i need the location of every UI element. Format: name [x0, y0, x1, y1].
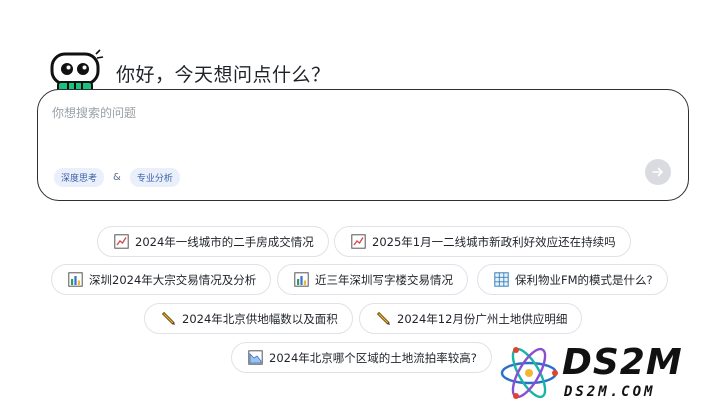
send-button[interactable]: [645, 159, 671, 185]
mode-chips: 深度思考 & 专业分析: [54, 168, 180, 187]
line-chart-icon: [351, 234, 366, 249]
area-chart-icon: [248, 350, 263, 365]
suggestion-label: 2024年北京哪个区域的土地流拍率较高?: [269, 350, 477, 365]
deep-think-chip[interactable]: 深度思考: [54, 168, 105, 187]
suggestion-chip[interactable]: 2024年一线城市的二手房成交情况: [97, 226, 329, 257]
suggestion-chip[interactable]: 2024年12月份广州土地供应明细: [359, 303, 583, 334]
suggestion-label: 2024年北京供地幅数以及面积: [182, 311, 338, 326]
table-icon: [494, 272, 509, 287]
atom-icon: [500, 347, 558, 399]
suggestion-chip[interactable]: 近三年深圳写字楼交易情况: [277, 264, 468, 295]
search-box[interactable]: 深度思考 & 专业分析: [37, 89, 689, 201]
suggestion-label: 保利物业FM的模式是什么?: [515, 272, 653, 287]
arrow-right-icon: [652, 167, 663, 177]
bar-chart-icon: [68, 272, 83, 287]
suggestion-chip[interactable]: 深圳2024年大宗交易情况及分析: [51, 264, 272, 295]
line-chart-icon: [114, 234, 129, 249]
suggestion-chip[interactable]: 保利物业FM的模式是什么?: [477, 264, 668, 295]
suggestion-chip[interactable]: 2024年北京供地幅数以及面积: [144, 303, 353, 334]
suggestion-label: 2024年12月份广州土地供应明细: [397, 311, 568, 326]
suggestion-chip[interactable]: 2025年1月一二线城市新政利好效应还在持续吗: [334, 226, 631, 257]
chip-joiner: &: [113, 172, 121, 183]
suggestion-label: 近三年深圳写字楼交易情况: [315, 272, 453, 287]
pro-analysis-chip[interactable]: 专业分析: [129, 168, 180, 187]
watermark-domain: DS2M.COM: [564, 384, 656, 400]
search-input[interactable]: [52, 106, 612, 120]
suggestion-label: 2025年1月一二线城市新政利好效应还在持续吗: [372, 234, 616, 249]
greeting-title: 你好，今天想问点什么？: [116, 64, 331, 86]
pencil-icon: [376, 311, 391, 326]
watermark-logo: DS2M DS2M.COM: [496, 340, 711, 406]
bar-chart-icon: [294, 272, 309, 287]
suggestion-chip[interactable]: 2024年北京哪个区域的土地流拍率较高?: [231, 342, 492, 373]
suggestion-label: 2024年一线城市的二手房成交情况: [135, 234, 314, 249]
pencil-icon: [161, 311, 176, 326]
suggestion-label: 深圳2024年大宗交易情况及分析: [89, 272, 257, 287]
watermark-brand: DS2M: [562, 342, 683, 383]
